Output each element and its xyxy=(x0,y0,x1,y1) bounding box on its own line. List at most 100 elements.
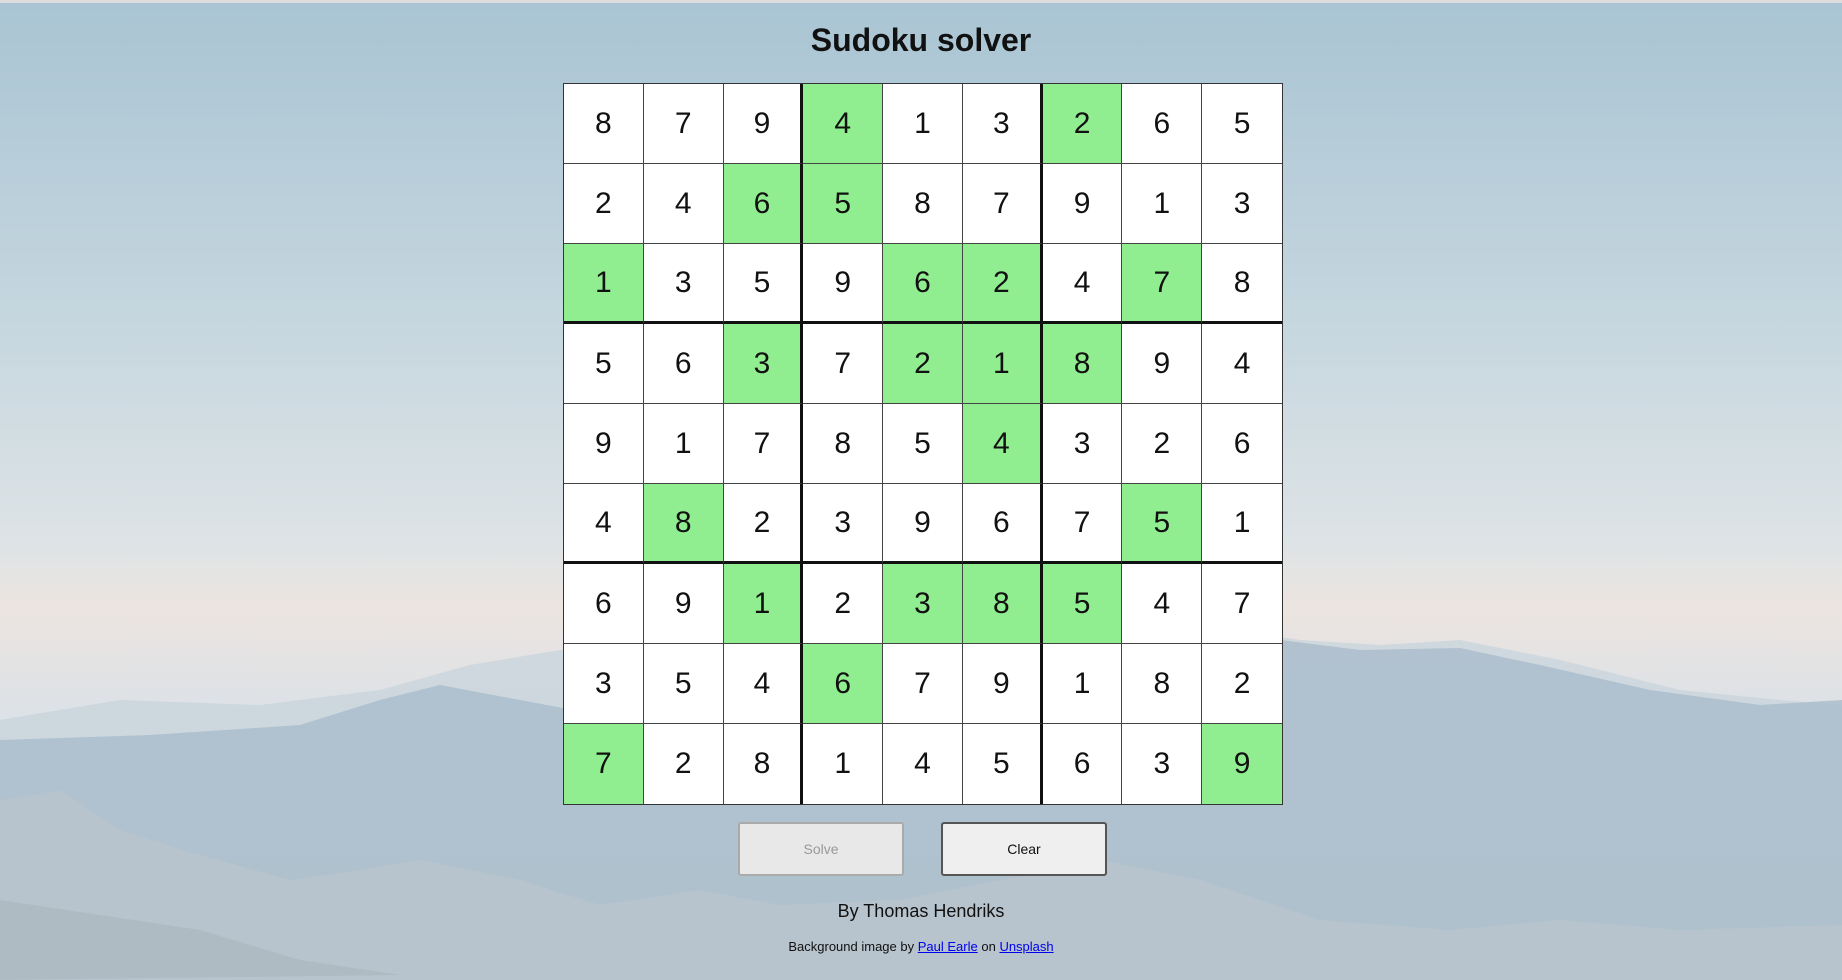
grid-row: 482396751 xyxy=(564,484,1283,564)
sudoku-cell[interactable]: 3 xyxy=(1202,164,1283,244)
sudoku-cell[interactable]: 6 xyxy=(883,244,963,324)
sudoku-cell[interactable]: 2 xyxy=(1122,404,1203,484)
sudoku-cell[interactable]: 5 xyxy=(643,644,724,724)
sudoku-cell[interactable]: 6 xyxy=(643,324,724,404)
sudoku-cell[interactable]: 1 xyxy=(723,564,804,644)
page: Sudoku solver 87941326524658791313596247… xyxy=(0,0,1842,980)
sudoku-cell[interactable]: 9 xyxy=(564,404,644,484)
sudoku-cell[interactable]: 6 xyxy=(1042,724,1123,804)
sudoku-cell[interactable]: 3 xyxy=(803,484,884,564)
sudoku-cell[interactable]: 9 xyxy=(883,484,963,564)
sudoku-cell[interactable]: 5 xyxy=(1202,84,1283,164)
sudoku-cell[interactable]: 6 xyxy=(1202,404,1283,484)
sudoku-cell[interactable]: 5 xyxy=(564,324,644,404)
grid-row: 563721894 xyxy=(564,324,1283,404)
page-title: Sudoku solver xyxy=(810,22,1032,58)
sudoku-cell[interactable]: 1 xyxy=(962,324,1043,404)
sudoku-cell[interactable]: 7 xyxy=(962,164,1043,244)
author-text: By Thomas Hendriks xyxy=(837,901,1005,921)
photographer-link[interactable]: Paul Earle xyxy=(918,939,978,954)
sudoku-cell[interactable]: 4 xyxy=(803,84,884,164)
sudoku-cell[interactable]: 4 xyxy=(1122,564,1203,644)
sudoku-cell[interactable]: 3 xyxy=(962,84,1043,164)
sudoku-cell[interactable]: 9 xyxy=(723,84,804,164)
sudoku-cell[interactable]: 2 xyxy=(564,164,644,244)
sudoku-cell[interactable]: 7 xyxy=(564,724,644,804)
grid-row: 246587913 xyxy=(564,164,1283,244)
sudoku-cell[interactable]: 2 xyxy=(723,484,804,564)
sudoku-cell[interactable]: 6 xyxy=(1122,84,1203,164)
sudoku-cell[interactable]: 8 xyxy=(1122,644,1203,724)
background-credits: Background image by Paul Earle on Unspla… xyxy=(0,939,1842,954)
grid-row: 879413265 xyxy=(564,84,1283,164)
sudoku-cell[interactable]: 2 xyxy=(1202,644,1283,724)
credit-mid: on xyxy=(981,939,996,954)
sudoku-cell[interactable]: 1 xyxy=(803,724,884,804)
sudoku-cell[interactable]: 8 xyxy=(723,724,804,804)
sudoku-cell[interactable]: 9 xyxy=(643,564,724,644)
sudoku-cell[interactable]: 5 xyxy=(962,724,1043,804)
sudoku-cell[interactable]: 2 xyxy=(962,244,1043,324)
sudoku-cell[interactable]: 7 xyxy=(1122,244,1203,324)
sudoku-cell[interactable]: 7 xyxy=(1042,484,1123,564)
sudoku-cell[interactable]: 4 xyxy=(1202,324,1283,404)
sudoku-cell[interactable]: 2 xyxy=(803,564,884,644)
sudoku-cell[interactable]: 3 xyxy=(564,644,644,724)
sudoku-cell[interactable]: 4 xyxy=(643,164,724,244)
sudoku-cell[interactable]: 5 xyxy=(723,244,804,324)
sudoku-cell[interactable]: 3 xyxy=(723,324,804,404)
sudoku-cell[interactable]: 5 xyxy=(1042,564,1123,644)
sudoku-cell[interactable]: 4 xyxy=(962,404,1043,484)
sudoku-cell[interactable]: 8 xyxy=(1042,324,1123,404)
sudoku-cell[interactable]: 8 xyxy=(564,84,644,164)
sudoku-cell[interactable]: 7 xyxy=(1202,564,1283,644)
sudoku-cell[interactable]: 1 xyxy=(643,404,724,484)
grid-row: 917854326 xyxy=(564,404,1283,484)
sudoku-cell[interactable]: 8 xyxy=(962,564,1043,644)
sudoku-cell[interactable]: 3 xyxy=(883,564,963,644)
sudoku-cell[interactable]: 8 xyxy=(643,484,724,564)
clear-button[interactable]: Clear xyxy=(941,822,1107,876)
sudoku-cell[interactable]: 3 xyxy=(1122,724,1203,804)
unsplash-link[interactable]: Unsplash xyxy=(999,939,1053,954)
sudoku-cell[interactable]: 8 xyxy=(1202,244,1283,324)
sudoku-cell[interactable]: 9 xyxy=(803,244,884,324)
sudoku-cell[interactable]: 4 xyxy=(564,484,644,564)
sudoku-cell[interactable]: 7 xyxy=(803,324,884,404)
sudoku-cell[interactable]: 8 xyxy=(803,404,884,484)
sudoku-grid: 8794132652465879131359624785637218949178… xyxy=(563,83,1283,805)
sudoku-cell[interactable]: 9 xyxy=(962,644,1043,724)
sudoku-cell[interactable]: 6 xyxy=(803,644,884,724)
sudoku-cell[interactable]: 5 xyxy=(883,404,963,484)
sudoku-cell[interactable]: 3 xyxy=(1042,404,1123,484)
grid-row: 354679182 xyxy=(564,644,1283,724)
sudoku-cell[interactable]: 6 xyxy=(962,484,1043,564)
sudoku-cell[interactable]: 2 xyxy=(1042,84,1123,164)
sudoku-cell[interactable]: 1 xyxy=(1202,484,1283,564)
sudoku-cell[interactable]: 9 xyxy=(1122,324,1203,404)
sudoku-cell[interactable]: 2 xyxy=(643,724,724,804)
sudoku-cell[interactable]: 3 xyxy=(643,244,724,324)
solve-button[interactable]: Solve xyxy=(738,822,904,876)
sudoku-cell[interactable]: 7 xyxy=(643,84,724,164)
sudoku-cell[interactable]: 2 xyxy=(883,324,963,404)
sudoku-cell[interactable]: 1 xyxy=(564,244,644,324)
sudoku-cell[interactable]: 5 xyxy=(803,164,884,244)
sudoku-cell[interactable]: 1 xyxy=(1042,644,1123,724)
sudoku-cell[interactable]: 5 xyxy=(1122,484,1203,564)
sudoku-cell[interactable]: 6 xyxy=(564,564,644,644)
sudoku-cell[interactable]: 1 xyxy=(1122,164,1203,244)
sudoku-cell[interactable]: 7 xyxy=(883,644,963,724)
sudoku-cell[interactable]: 9 xyxy=(1042,164,1123,244)
sudoku-cell[interactable]: 4 xyxy=(723,644,804,724)
sudoku-cell[interactable]: 6 xyxy=(723,164,804,244)
sudoku-cell[interactable]: 4 xyxy=(883,724,963,804)
sudoku-cell[interactable]: 8 xyxy=(883,164,963,244)
grid-row: 135962478 xyxy=(564,244,1283,324)
credit-prefix: Background image by xyxy=(788,939,915,954)
grid-row: 691238547 xyxy=(564,564,1283,644)
sudoku-cell[interactable]: 7 xyxy=(723,404,804,484)
sudoku-cell[interactable]: 4 xyxy=(1042,244,1123,324)
sudoku-cell[interactable]: 9 xyxy=(1202,724,1283,804)
sudoku-cell[interactable]: 1 xyxy=(883,84,963,164)
